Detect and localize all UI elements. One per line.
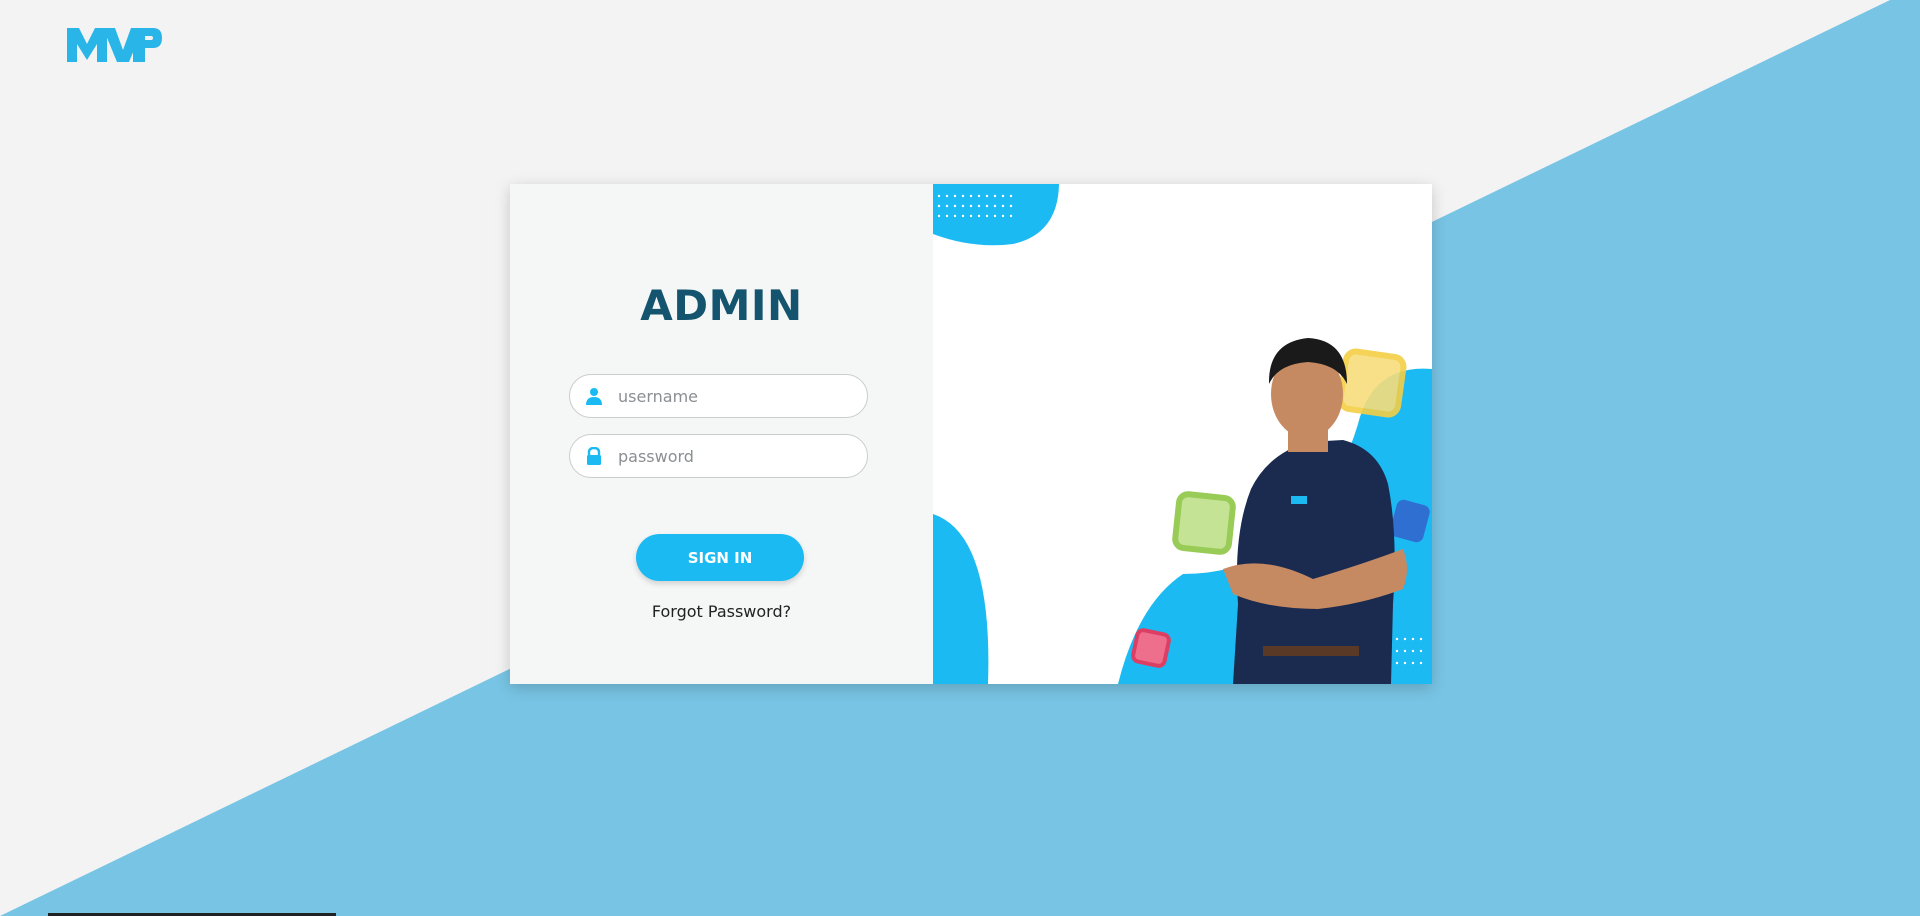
login-panel: ADMIN SIGN IN Forgot Password? (510, 184, 933, 684)
user-icon (586, 388, 602, 405)
login-card: ADMIN SIGN IN Forgot Password? (510, 184, 1432, 684)
forgot-password-link[interactable]: Forgot Password? (510, 602, 933, 621)
page-title: ADMIN (640, 281, 803, 330)
username-input[interactable] (618, 375, 858, 417)
lock-icon (587, 447, 601, 465)
sign-in-button[interactable]: SIGN IN (636, 534, 804, 581)
promo-panel (933, 184, 1432, 684)
logo (67, 28, 162, 62)
password-input[interactable] (618, 435, 858, 477)
password-field[interactable] (569, 434, 868, 478)
promo-illustration (933, 184, 1432, 684)
username-field[interactable] (569, 374, 868, 418)
